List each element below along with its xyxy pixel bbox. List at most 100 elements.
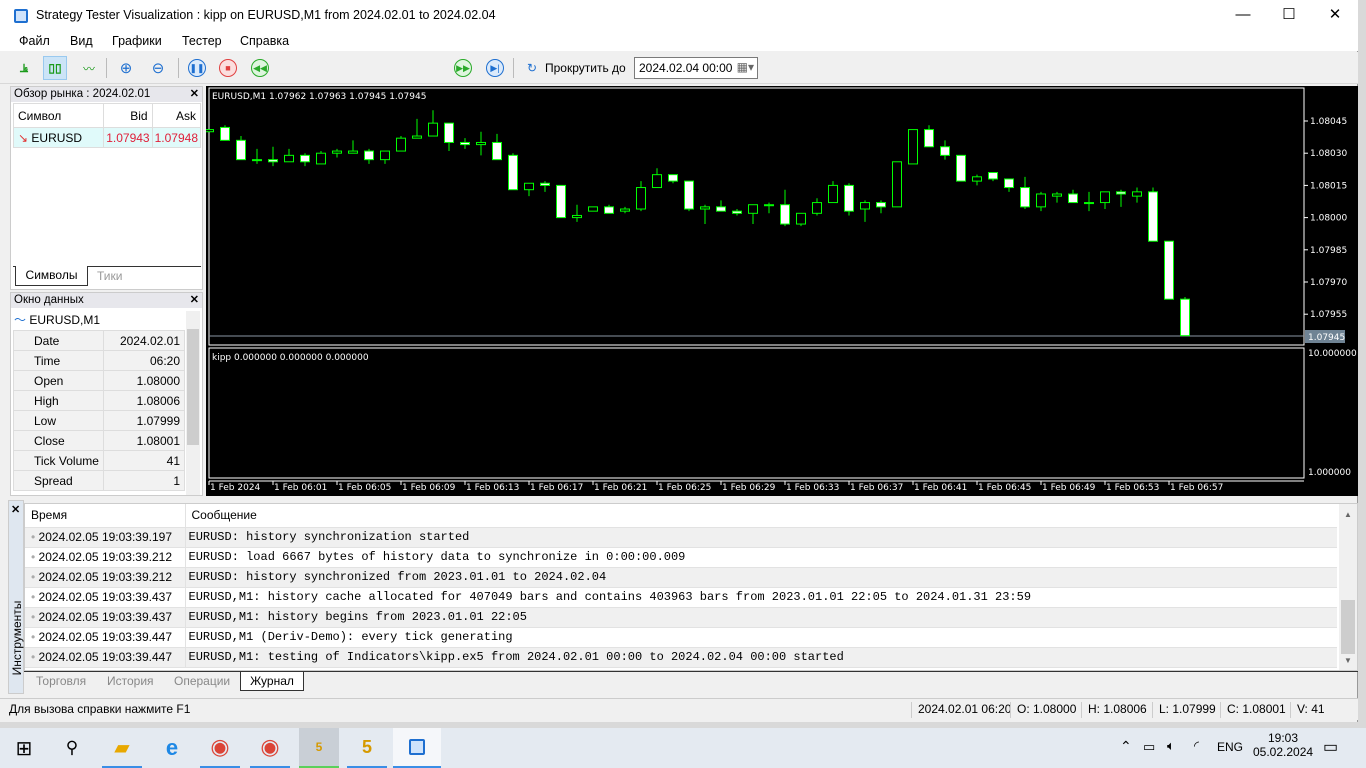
close-button[interactable]: ✕ [1312, 0, 1358, 32]
scrollbar[interactable] [186, 311, 200, 495]
battery-icon[interactable]: ▭ [1143, 739, 1155, 755]
close-icon[interactable]: ✕ [190, 293, 199, 308]
bear-candle-body [876, 202, 886, 208]
status-datetime: 2024.02.01 06:20 [911, 702, 1011, 718]
maximize-button[interactable]: ☐ [1266, 0, 1312, 32]
tab-operations[interactable]: Операции [174, 672, 230, 691]
data-window-title: Окно данных [14, 294, 84, 306]
clock[interactable]: 19:03 05.02.2024 [1253, 731, 1313, 759]
symbol: EURUSD [31, 130, 83, 145]
bull-candle-body [764, 204, 774, 207]
tab-trade[interactable]: Торговля [36, 672, 86, 691]
candle [412, 118, 422, 139]
candle [1100, 191, 1110, 210]
column-time[interactable]: Время [25, 504, 186, 528]
menu-tester[interactable]: Тестер [182, 34, 222, 48]
windows-start-icon[interactable]: ⊞ [4, 728, 44, 768]
stop-button[interactable]: ■ [216, 56, 240, 80]
market-watch-title: Обзор рынка : 2024.02.01 [14, 88, 151, 100]
tab-journal[interactable]: Журнал [240, 672, 304, 691]
faster-button[interactable]: ▶▶ [451, 56, 475, 80]
slower-button[interactable]: ◀◀ [248, 56, 272, 80]
chrome-profile-d-icon[interactable]: ◉ [200, 728, 240, 768]
tab-symbols[interactable]: Символы [15, 266, 88, 286]
scroll-down-icon[interactable]: ▼ [1344, 656, 1352, 665]
menu-help[interactable]: Справка [240, 34, 289, 48]
status-close: C: 1.08001 [1220, 702, 1286, 718]
journal-row[interactable]: • 2024.02.05 19:03:39.212 EURUSD: load 66… [25, 547, 1337, 568]
internet-explorer-icon[interactable]: e [152, 728, 192, 768]
journal-row[interactable]: • 2024.02.05 19:03:39.212 EURUSD: history… [25, 567, 1337, 588]
current-price-label: 1.07945 [1308, 333, 1345, 343]
scroll-up-icon[interactable]: ▲ [1344, 510, 1352, 519]
bear-candle-body [924, 129, 934, 148]
minimize-button[interactable]: — [1220, 0, 1266, 32]
candle [972, 174, 982, 186]
metaeditor-icon[interactable]: 5 [347, 728, 387, 768]
notifications-icon[interactable]: ▭ [1323, 737, 1338, 757]
data-row: Low 1.07999 [13, 410, 185, 431]
menu-view[interactable]: Вид [70, 34, 93, 48]
price-tick-label: 1.08000 [1310, 214, 1347, 224]
zoom-in-button[interactable]: ⊕ [114, 56, 138, 80]
journal-row[interactable]: • 2024.02.05 19:03:39.437 EURUSD,M1: hist… [25, 607, 1337, 628]
journal-row[interactable]: • 2024.02.05 19:03:39.447 EURUSD,M1 (Deri… [25, 627, 1337, 648]
scrollbar-thumb[interactable] [1341, 600, 1355, 654]
candle [876, 200, 886, 214]
candle [636, 181, 646, 212]
line-chart-button[interactable]: 〰 [77, 56, 101, 80]
calendar-dropdown-icon[interactable]: ▦▾ [737, 60, 754, 74]
candle [540, 181, 550, 192]
language-indicator[interactable]: ENG [1217, 740, 1243, 754]
candle-chart-button[interactable]: ▯▯ [43, 56, 67, 80]
column-bid[interactable]: Bid [103, 103, 153, 128]
zoom-out-button[interactable]: ⊖ [146, 56, 170, 80]
bar-chart-button[interactable]: ⫡ [12, 56, 36, 80]
scrollbar[interactable]: ▲ ▼ [1339, 504, 1357, 670]
strategy-tester-icon[interactable] [393, 728, 441, 768]
price-tick-label: 1.07955 [1310, 310, 1347, 320]
price-tick-label: 1.07985 [1310, 246, 1347, 256]
volume-icon[interactable]: 🔈︎ [1167, 738, 1175, 754]
data-label: Low [13, 410, 104, 431]
menu-file[interactable]: Файл [19, 34, 50, 48]
skip-to-end-button[interactable]: ▶| [483, 56, 507, 80]
candle [492, 133, 502, 161]
journal-message: EURUSD: history synchronization started [185, 527, 1337, 548]
pause-button[interactable]: ❚❚ [185, 56, 209, 80]
menu-charts[interactable]: Графики [112, 34, 162, 48]
tab-ticks[interactable]: Тики [97, 269, 122, 283]
candle [444, 122, 454, 152]
tab-history[interactable]: История [107, 672, 154, 691]
bear-candle-body [988, 172, 998, 180]
bear-candle-body [604, 206, 614, 214]
toolbox-side-strip: ✕ Инструменты [8, 500, 24, 694]
status-low: L: 1.07999 [1152, 702, 1216, 718]
journal-row[interactable]: • 2024.02.05 19:03:39.197 EURUSD: history… [25, 527, 1337, 548]
metatrader5-icon[interactable]: 5 [299, 728, 339, 768]
candle [508, 153, 518, 191]
bear-candle-body [1068, 193, 1078, 204]
chart-area[interactable]: EURUSD,M1 1.07962 1.07963 1.07945 1.0794… [204, 86, 1358, 496]
table-row[interactable]: ↘ EURUSD 1.07943 1.07948 [12, 127, 202, 148]
indicator-frame [208, 347, 1305, 479]
candle [956, 154, 966, 182]
time-tick-label: 1 Feb 06:21 [594, 483, 647, 493]
search-icon[interactable]: ⚲ [52, 728, 92, 768]
data-row: Open 1.08000 [13, 370, 185, 391]
journal-row[interactable]: • 2024.02.05 19:03:39.437 EURUSD,M1: hist… [25, 587, 1337, 608]
column-ask[interactable]: Ask [151, 103, 202, 128]
chrome-profile-a-icon[interactable]: ◉ [250, 728, 290, 768]
scrollbar-thumb[interactable] [187, 329, 199, 445]
wifi-icon[interactable]: ◜ [1194, 738, 1199, 754]
journal-row[interactable]: • 2024.02.05 19:03:39.447 EURUSD,M1: test… [25, 647, 1337, 668]
column-message[interactable]: Сообщение [185, 504, 1337, 528]
close-icon[interactable]: ✕ [190, 87, 199, 102]
file-explorer-icon[interactable]: ▰ [102, 728, 142, 768]
column-symbol[interactable]: Символ [12, 103, 105, 128]
show-hidden-icons[interactable]: ⌃ [1120, 738, 1132, 755]
data-label: Date [13, 330, 104, 351]
scroll-date-picker[interactable]: 2024.02.04 00:00 ▦▾ [634, 57, 758, 79]
data-label: High [13, 390, 104, 411]
close-icon[interactable]: ✕ [11, 503, 20, 516]
